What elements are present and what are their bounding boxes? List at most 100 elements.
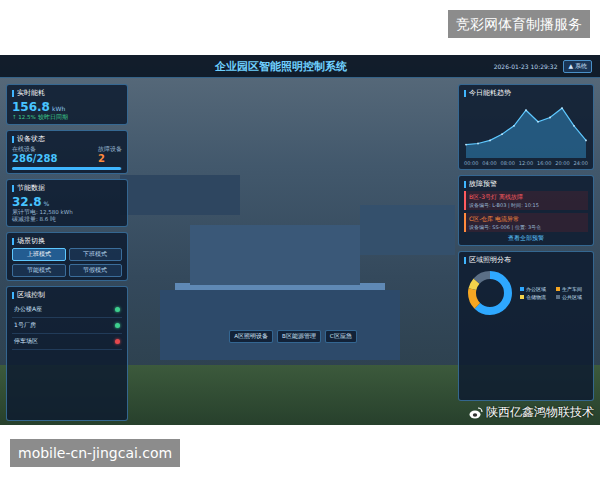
panel-title: 设备状态 bbox=[12, 134, 122, 144]
zone-row: 办公楼A座 bbox=[12, 302, 122, 318]
weibo-icon bbox=[469, 407, 483, 419]
legend-label: 公共区域 bbox=[562, 294, 582, 300]
footer-label: mobile-cn-jingcai.com bbox=[10, 439, 180, 467]
energy-change: ↑ 12.5% 较昨日同期 bbox=[12, 114, 122, 121]
scene-button[interactable]: 节能模式 bbox=[12, 264, 66, 277]
energy-value-row: 156.8kWh bbox=[12, 100, 122, 114]
user-button[interactable]: ▲ 系统 bbox=[563, 60, 592, 73]
scene-button[interactable]: 节假模式 bbox=[69, 264, 123, 277]
trend-point bbox=[549, 117, 551, 119]
trend-area bbox=[466, 108, 586, 158]
device-fill bbox=[12, 167, 121, 170]
x-axis-labels: 00:0004:0008:0012:0016:0020:0024:00 bbox=[464, 160, 588, 166]
trend-point bbox=[489, 140, 491, 142]
saving-panel: 节能数据32.8%累计节电: 12,580 kWh碳减排量: 8.6 吨 bbox=[6, 179, 128, 227]
power-icon[interactable] bbox=[115, 323, 120, 328]
center-buttons: A区照明设备 B区能源管理 C区应急 bbox=[229, 330, 356, 343]
trend-point bbox=[477, 143, 479, 145]
legend-label: 仓储物流 bbox=[526, 294, 546, 300]
legend-swatch bbox=[556, 287, 560, 291]
alert-panel: 故障预警 B区-3号灯 离线故障设备编号: L-B03 | 时间: 10:15 C区… bbox=[458, 175, 594, 246]
datetime: 2026-01-23 10:29:32 bbox=[494, 63, 558, 70]
panel-title: 故障预警 bbox=[464, 179, 588, 189]
weibo-body bbox=[470, 410, 481, 418]
energy-panel: 实时能耗 156.8kWh↑ 12.5% 较昨日同期 bbox=[6, 84, 128, 125]
right-column: 今日能耗趋势00:0004:0008:0012:0016:0020:0024:0… bbox=[458, 84, 594, 421]
header-label: 竞彩网体育制播服务 bbox=[448, 10, 590, 38]
donut-chart bbox=[464, 267, 516, 319]
saving-line: 碳减排量: 8.6 吨 bbox=[12, 216, 122, 223]
legend-swatch bbox=[556, 295, 560, 299]
title-bar-icon bbox=[464, 257, 466, 264]
legend-label: 生产车间 bbox=[562, 286, 582, 292]
x-label: 24:00 bbox=[574, 160, 588, 166]
saving-value: 32.8 bbox=[12, 195, 42, 209]
trend-point bbox=[501, 133, 503, 135]
panel-title-text: 区域照明分布 bbox=[469, 255, 511, 265]
zone-name: 办公楼A座 bbox=[14, 305, 42, 314]
x-label: 00:00 bbox=[464, 160, 478, 166]
legend-swatch bbox=[520, 295, 524, 299]
donut-segment bbox=[472, 275, 508, 311]
alert-detail: 设备编号: L-B03 | 时间: 10:15 bbox=[469, 202, 585, 208]
zone-row: 停车场区 bbox=[12, 334, 122, 350]
center-button[interactable]: B区能源管理 bbox=[277, 330, 321, 343]
saving-unit: % bbox=[44, 200, 50, 207]
donut-legend: 办公区域 生产车间仓储物流 公共区域 bbox=[520, 286, 588, 300]
trend-point bbox=[513, 125, 515, 127]
x-label: 16:00 bbox=[537, 160, 551, 166]
panel-title: 区域照明分布 bbox=[464, 255, 588, 265]
legend-label: 办公区域 bbox=[526, 286, 546, 292]
scene-button[interactable]: 上班模式 bbox=[12, 248, 66, 261]
zone-name: 1号厂房 bbox=[14, 321, 36, 330]
trend-chart bbox=[464, 100, 588, 158]
panel-title-text: 故障预警 bbox=[469, 179, 497, 189]
online-label: 在线设备 bbox=[12, 146, 57, 153]
center-button[interactable]: C区应急 bbox=[325, 330, 357, 343]
donut-segment bbox=[472, 275, 508, 311]
trend-point bbox=[561, 107, 563, 109]
dashboard-title: 企业园区智能照明控制系统 bbox=[8, 59, 494, 74]
power-icon[interactable] bbox=[115, 339, 120, 344]
alert-item[interactable]: B区-3号灯 离线故障设备编号: L-B03 | 时间: 10:15 bbox=[464, 191, 588, 210]
donut-segment bbox=[472, 275, 508, 311]
left-column: 实时能耗 156.8kWh↑ 12.5% 较昨日同期设备状态在线设备286/288… bbox=[6, 84, 128, 421]
scene-grid: 上班模式下班模式节能模式节假模式 bbox=[12, 248, 122, 277]
panel-title: 区域控制 bbox=[12, 290, 122, 300]
online-value: 286/288 bbox=[12, 153, 57, 164]
x-label: 08:00 bbox=[501, 160, 515, 166]
zone-panel: 区域控制办公楼A座 1号厂房停车场区 bbox=[6, 286, 128, 421]
trend-point bbox=[525, 109, 527, 111]
distribution-body: 办公区域 生产车间仓储物流 公共区域 bbox=[464, 267, 588, 319]
x-label: 20:00 bbox=[555, 160, 569, 166]
device-track bbox=[12, 167, 122, 170]
center-column: A区照明设备 B区能源管理 C区应急 bbox=[134, 84, 452, 421]
alert-item[interactable]: C区-仓库 电流异常设备编号: SS-006 | 位置: 3号仓 bbox=[464, 213, 588, 232]
panel-title: 今日能耗趋势 bbox=[464, 88, 588, 98]
title-bar-icon bbox=[12, 90, 14, 97]
trend-point bbox=[465, 144, 467, 146]
panel-title-text: 实时能耗 bbox=[17, 88, 45, 98]
panel-title: 实时能耗 bbox=[12, 88, 122, 98]
title-bar-icon bbox=[12, 136, 14, 143]
alert-title: C区-仓库 电流异常 bbox=[469, 215, 585, 224]
fault-block: 故障设备2 bbox=[98, 146, 122, 164]
dashboard: 企业园区智能照明控制系统2026-01-23 10:29:32 ▲ 系统实时能耗 1… bbox=[0, 55, 600, 425]
weibo-eye bbox=[473, 413, 477, 417]
power-icon[interactable] bbox=[115, 307, 120, 312]
watermark-text: 陕西亿鑫鸿物联技术 bbox=[486, 404, 594, 421]
panel-title-text: 场景切换 bbox=[17, 236, 45, 246]
scene-button[interactable]: 下班模式 bbox=[69, 248, 123, 261]
center-button[interactable]: A区照明设备 bbox=[229, 330, 273, 343]
title-bar-icon bbox=[12, 238, 14, 245]
alert-detail: 设备编号: SS-006 | 位置: 3号仓 bbox=[469, 224, 585, 230]
top-strip: 竞彩网体育制播服务 bbox=[0, 0, 600, 55]
alert-link[interactable]: 查看全部预警 bbox=[464, 235, 588, 242]
panel-title: 节能数据 bbox=[12, 183, 122, 193]
watermark: 陕西亿鑫鸿物联技术 bbox=[469, 404, 594, 421]
panel-title: 场景切换 bbox=[12, 236, 122, 246]
zone-name: 停车场区 bbox=[14, 337, 38, 346]
x-label: 12:00 bbox=[519, 160, 533, 166]
legend-item: 办公区域 bbox=[520, 286, 552, 292]
energy-unit: kWh bbox=[52, 105, 65, 112]
